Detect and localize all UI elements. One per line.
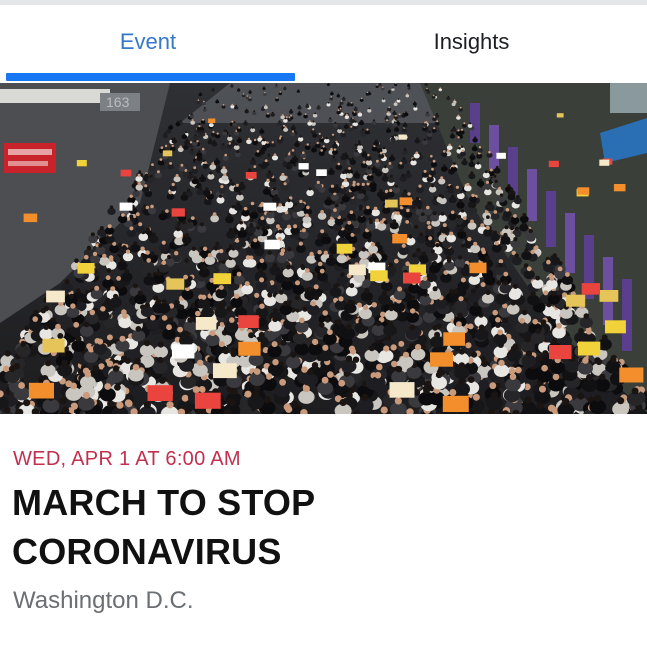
- tab-insights-label: Insights: [433, 29, 510, 54]
- tab-bar: Event Insights: [0, 5, 647, 83]
- event-location[interactable]: Washington D.C.: [13, 587, 194, 615]
- tab-event-label: Event: [119, 29, 177, 54]
- event-title: MARCH TO STOP CORONAVIRUS: [12, 478, 632, 576]
- event-title-line-1: MARCH TO STOP: [12, 482, 316, 523]
- tab-insights[interactable]: Insights: [296, 5, 647, 83]
- street-sign-number: 163: [106, 94, 130, 110]
- active-tab-indicator: [6, 73, 295, 81]
- event-page: Event Insights 163 WED, APR 1 AT 6:00 AM…: [0, 0, 647, 647]
- event-date: WED, APR 1 AT 6:00 AM: [13, 448, 241, 470]
- tab-event[interactable]: Event: [0, 5, 296, 83]
- event-cover-photo[interactable]: 163: [0, 83, 647, 414]
- event-title-line-2: CORONAVIRUS: [12, 531, 282, 572]
